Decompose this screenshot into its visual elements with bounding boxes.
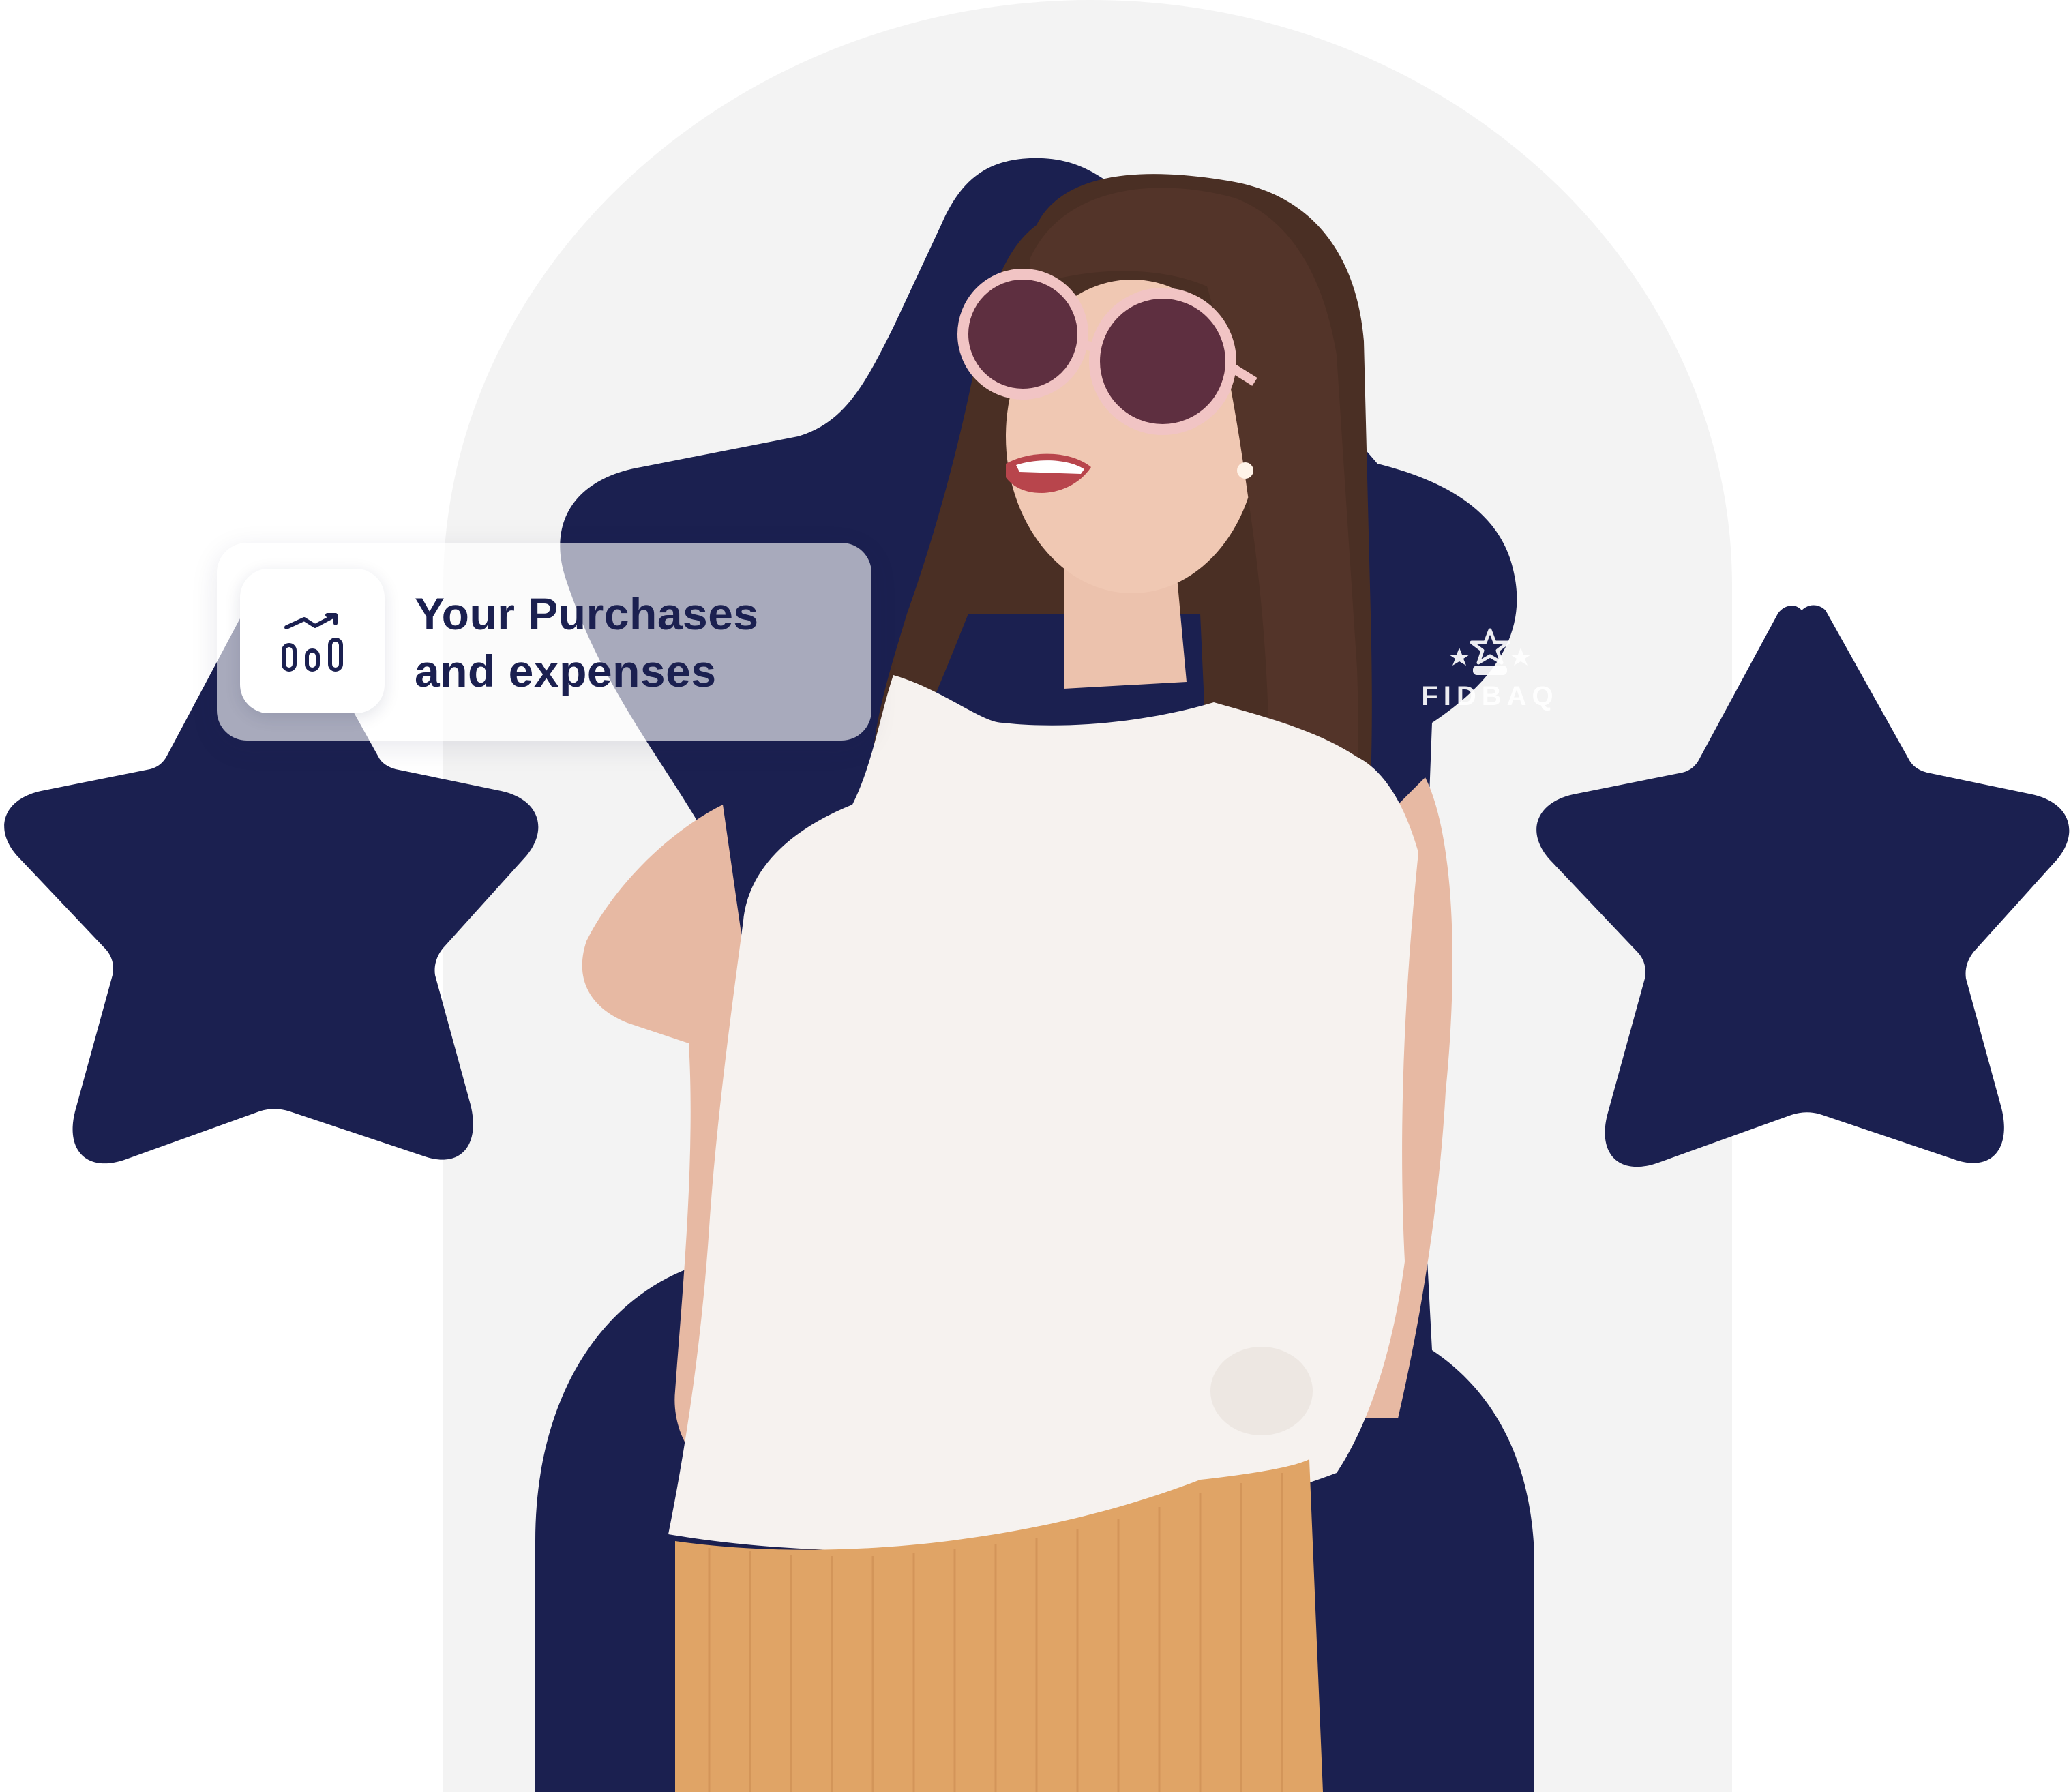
- card-icon-tile: [240, 569, 385, 713]
- purchases-card[interactable]: Your Purchases and expenses: [217, 543, 871, 741]
- shirt-knot-shape: [1210, 1347, 1313, 1435]
- brand-name: FIDBAQ: [1421, 681, 1559, 711]
- brand-logo: FIDBAQ: [1412, 627, 1568, 712]
- earring-shape: [1237, 462, 1253, 479]
- card-title: Your Purchases and expenses: [415, 585, 851, 700]
- stars-logo-icon: [1449, 628, 1531, 675]
- hero-illustration: [4, 0, 2070, 1792]
- bar-chart-trend-icon: [282, 613, 343, 672]
- card-title-line2: and expenses: [415, 646, 717, 696]
- card-title-line1: Your Purchases: [415, 588, 759, 639]
